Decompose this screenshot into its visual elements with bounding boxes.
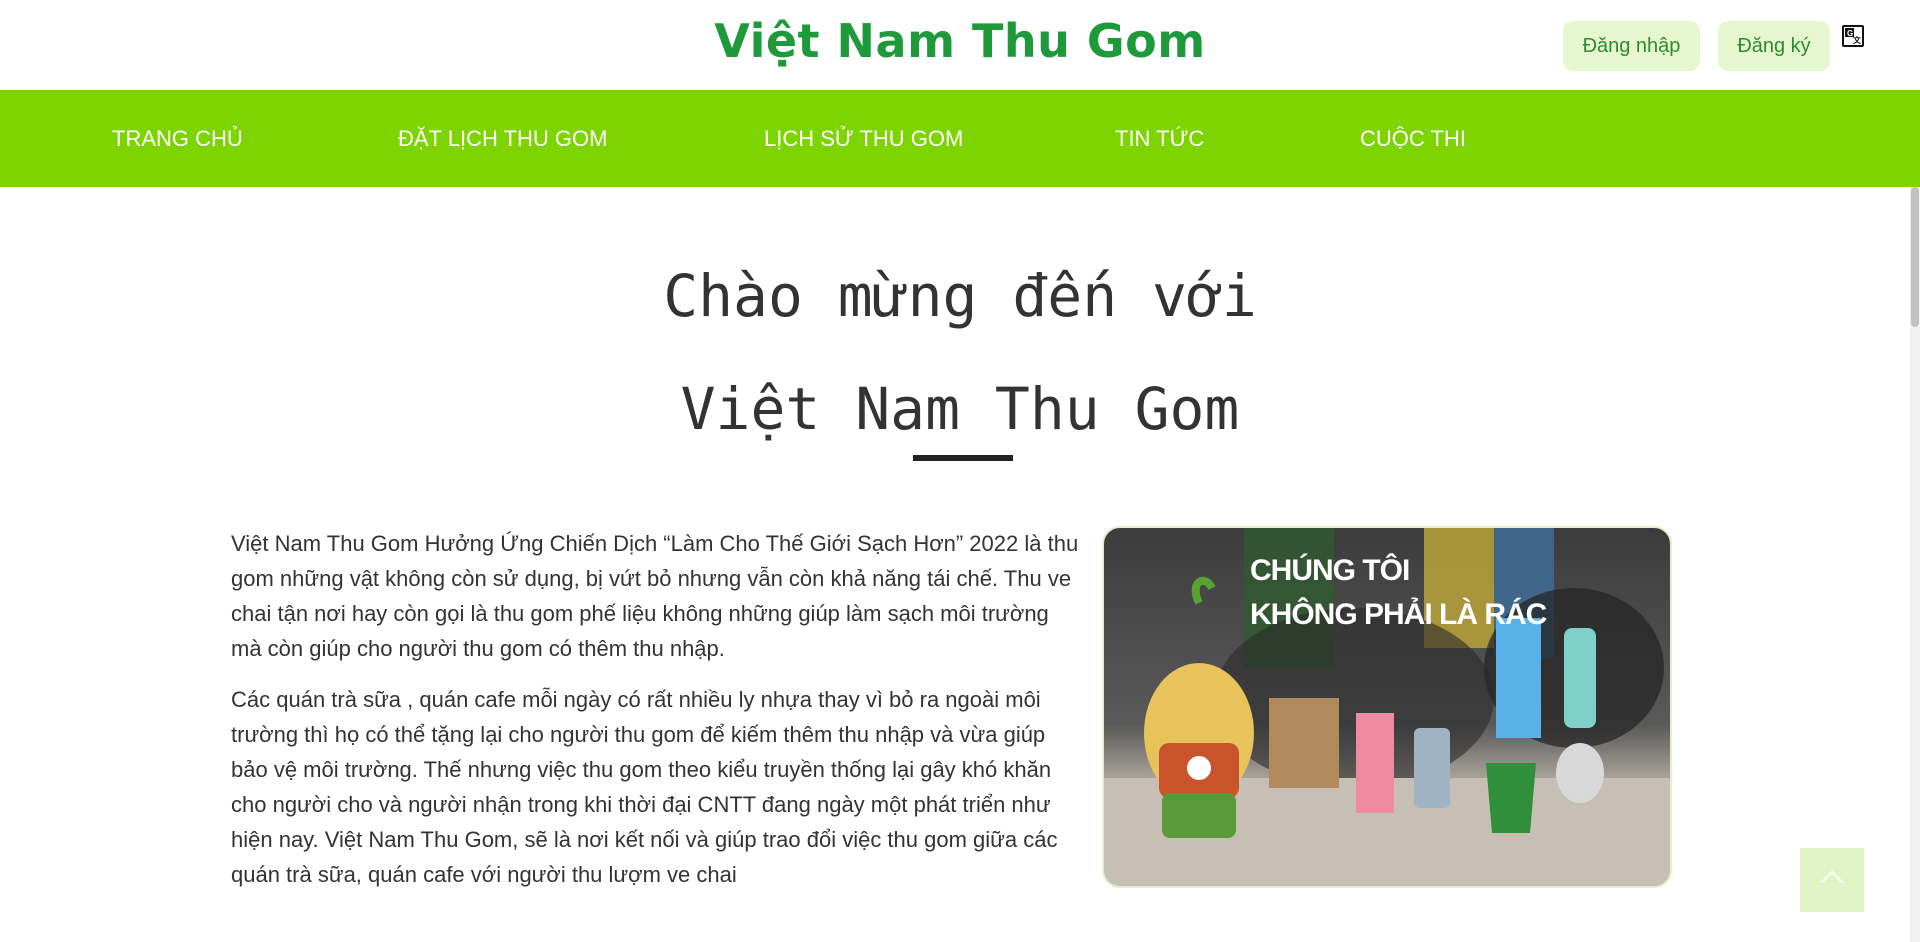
chevron-up-icon xyxy=(1820,870,1844,894)
intro-text: Việt Nam Thu Gom Hưởng Ứng Chiến Dịch “L… xyxy=(231,526,1081,908)
register-button[interactable]: Đăng ký xyxy=(1718,21,1830,71)
hero-title-line1: Chào mừng đến với xyxy=(663,262,1257,330)
translate-glyph: G 文 xyxy=(1845,28,1862,45)
back-to-top-button[interactable] xyxy=(1800,848,1864,912)
site-header: Việt Nam Thu Gom Đăng nhập Đăng ký G 文 xyxy=(0,0,1920,90)
nav-item-home[interactable]: TRANG CHỦ xyxy=(112,90,243,187)
campaign-image: CHÚNG TÔI KHÔNG PHẢI LÀ RÁC xyxy=(1102,526,1672,888)
image-caption-line2: KHÔNG PHẢI LÀ RÁC xyxy=(1250,598,1547,631)
login-button[interactable]: Đăng nhập xyxy=(1563,21,1700,71)
translate-icon[interactable]: G 文 xyxy=(1842,25,1864,47)
nav-item-schedule-pickup[interactable]: ĐẶT LỊCH THU GOM xyxy=(398,90,607,187)
image-caption-line1: CHÚNG TÔI xyxy=(1250,554,1410,587)
svg-text:文: 文 xyxy=(1853,35,1862,45)
nav-item-news[interactable]: TIN TỨC xyxy=(1115,90,1204,187)
intro-paragraph-2: Các quán trà sữa , quán cafe mỗi ngày có… xyxy=(231,687,1058,887)
main-nav: TRANG CHỦ ĐẶT LỊCH THU GOM LỊCH SỬ THU G… xyxy=(0,90,1920,187)
nav-item-contest[interactable]: CUỘC THI xyxy=(1360,90,1466,187)
hero-title-line2: Việt Nam Thu Gom xyxy=(680,375,1240,443)
intro-paragraph-1: Việt Nam Thu Gom Hưởng Ứng Chiến Dịch “L… xyxy=(231,531,1079,661)
nav-item-pickup-history[interactable]: LỊCH SỬ THU GOM xyxy=(764,90,963,187)
title-divider xyxy=(913,455,1013,461)
